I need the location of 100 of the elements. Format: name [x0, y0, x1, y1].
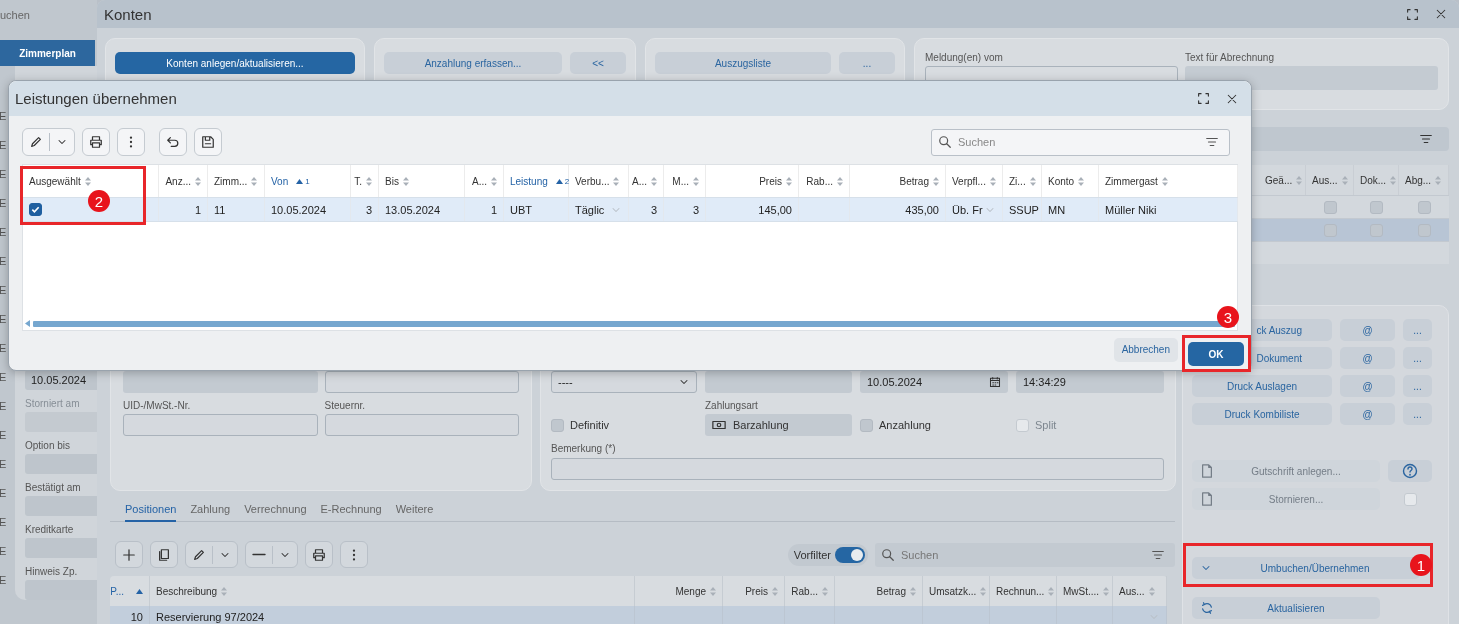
search-text[interactable]: uchen	[0, 0, 97, 30]
email-button[interactable]: @	[1340, 375, 1395, 397]
email-button[interactable]: @	[1340, 403, 1395, 425]
text-field[interactable]	[705, 371, 852, 393]
action-button[interactable]: Konten anlegen/aktualisieren...	[115, 52, 355, 74]
cancel-button[interactable]: Abbrechen	[1113, 337, 1178, 362]
tab[interactable]: Zahlung	[190, 499, 231, 522]
sort-icon	[84, 176, 91, 186]
help-button[interactable]	[1388, 460, 1432, 482]
sort-icon	[837, 176, 843, 186]
undo-icon	[166, 135, 180, 149]
text-field[interactable]	[123, 414, 318, 436]
table-cell: 11	[214, 203, 226, 216]
row-label: E	[0, 399, 8, 414]
payment-method-field[interactable]: Barzahlung	[705, 414, 852, 436]
more-button[interactable]: ...	[1403, 347, 1432, 369]
action-button[interactable]: <<	[570, 52, 626, 74]
print-button[interactable]	[82, 128, 110, 156]
table-cell: 435,00	[905, 203, 939, 216]
field-label: Bestätigt am	[25, 481, 82, 494]
close-button[interactable]	[1435, 8, 1447, 20]
checkbox[interactable]	[1370, 200, 1383, 214]
row-label: E	[0, 254, 8, 269]
row-label: E	[0, 544, 8, 559]
column-header[interactable]: Abg...	[1399, 165, 1449, 195]
minus-icon	[252, 553, 266, 556]
action-button[interactable]: Anzahlung erfassen...	[384, 52, 562, 74]
row-label: E	[0, 138, 8, 153]
undo-button[interactable]	[159, 128, 187, 156]
remark-field[interactable]	[551, 458, 1164, 480]
sort-icon	[1161, 176, 1168, 186]
email-button[interactable]: @	[1340, 347, 1395, 369]
select-field[interactable]: ----	[551, 371, 697, 393]
fullscreen-button[interactable]	[1197, 92, 1210, 105]
print-button[interactable]	[305, 541, 333, 568]
action-button[interactable]: ...	[839, 52, 895, 74]
checkbox[interactable]	[860, 418, 873, 432]
email-button[interactable]: @	[1340, 319, 1395, 341]
nav-button[interactable]: Zimmerplan	[0, 40, 95, 66]
checkbox-label: Split	[1035, 419, 1057, 431]
row-label: E	[0, 167, 8, 182]
close-button[interactable]	[1226, 92, 1238, 105]
table-cell: MN	[1048, 203, 1066, 216]
table-cell: Üb. Fr	[952, 203, 983, 216]
more-button[interactable]: ...	[1403, 403, 1432, 425]
edit-button[interactable]	[22, 128, 75, 156]
more-button[interactable]: ...	[1403, 375, 1432, 397]
sort-icon	[989, 176, 996, 186]
table-cell: 1	[490, 203, 497, 216]
more-button[interactable]: ...	[1403, 319, 1432, 341]
checkbox[interactable]	[1323, 200, 1337, 214]
fullscreen-button[interactable]	[1406, 7, 1419, 21]
row-label: E	[0, 573, 8, 588]
prefilter-toggle[interactable]: Vorfilter	[787, 543, 868, 566]
sort-icon	[651, 176, 657, 186]
action-button[interactable]: Auszugsliste	[655, 52, 831, 74]
date-field[interactable]: 10.05.2024	[25, 370, 97, 390]
field-label: UID-/MwSt.-Nr.	[123, 399, 192, 412]
scroll-left-icon[interactable]	[25, 320, 30, 327]
checkbox[interactable]	[1417, 200, 1431, 214]
edit-button[interactable]	[185, 541, 238, 568]
ok-button[interactable]: OK	[1188, 342, 1244, 366]
more-button[interactable]	[117, 128, 145, 156]
save-button[interactable]	[194, 128, 222, 156]
document-icon	[1200, 464, 1214, 478]
table-cell: Täglic	[575, 203, 605, 216]
text-field[interactable]	[324, 414, 519, 436]
copy-button[interactable]	[150, 541, 178, 568]
text-field[interactable]	[123, 371, 318, 393]
copy-icon	[157, 547, 171, 562]
field-label: Kreditkarte	[25, 523, 75, 536]
close-icon	[1435, 8, 1447, 20]
tab[interactable]: Weitere	[395, 499, 434, 522]
sort-icon	[1103, 586, 1110, 596]
checkbox[interactable]	[551, 418, 564, 432]
sort-ascending-icon	[136, 589, 143, 595]
time-field[interactable]: 14:34:29	[1016, 371, 1164, 393]
column-header[interactable]: Aus...	[1306, 165, 1354, 195]
banknote-icon	[712, 418, 726, 432]
sort-icon	[1029, 176, 1036, 186]
field-label: Bemerkung (*)	[551, 442, 617, 455]
help-icon	[1402, 463, 1418, 479]
sort-icon	[613, 176, 620, 186]
column-header[interactable]: Geä...	[1259, 165, 1306, 195]
date-field[interactable]: 10.05.2024	[860, 371, 1008, 393]
table-cell: Reservierung 97/2024	[156, 611, 265, 623]
text-field[interactable]	[324, 371, 519, 393]
tab[interactable]: E-Rechnung	[320, 499, 382, 522]
column-header[interactable]: Dok...	[1354, 165, 1399, 195]
print-button[interactable]: Druck Kombiliste	[1192, 403, 1332, 425]
refresh-button[interactable]: Aktualisieren	[1192, 597, 1380, 619]
print-button[interactable]: Druck Auslagen	[1192, 375, 1332, 397]
more-button[interactable]	[340, 541, 368, 568]
tab[interactable]: Verrechnung	[244, 499, 307, 522]
tab[interactable]: Positionen	[125, 499, 177, 522]
sort-icon	[1148, 586, 1155, 596]
remove-button[interactable]	[245, 541, 298, 568]
field-label: Steuernr.	[324, 399, 367, 412]
checkbox[interactable]	[29, 203, 42, 216]
add-button[interactable]	[115, 541, 143, 568]
